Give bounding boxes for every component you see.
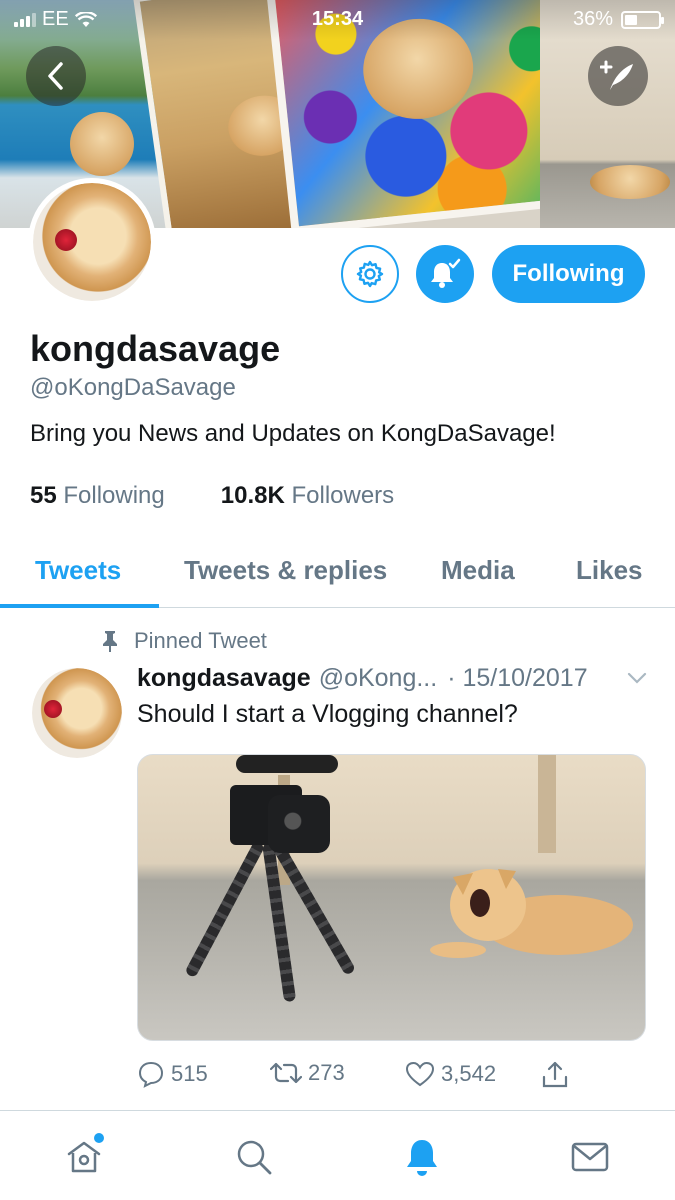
following-label: Following — [63, 482, 165, 509]
gear-icon — [356, 260, 384, 288]
share-button[interactable] — [541, 1060, 569, 1090]
compose-tweet-icon — [600, 60, 633, 90]
followers-stat[interactable]: 10.8K Followers — [221, 482, 394, 510]
tweet-text: Should I start a Vlogging channel? — [137, 700, 518, 728]
profile-display-name: kongdasavage — [30, 328, 281, 369]
pinned-label: Pinned Tweet — [134, 628, 267, 653]
profile-tabs: Tweets Tweets & replies Media Likes — [0, 540, 675, 608]
tab-media[interactable]: Media — [441, 555, 515, 586]
tweet-header: kongdasavage @oKong... · 15/10/2017 — [137, 664, 657, 693]
tab-tweets[interactable]: Tweets — [35, 555, 121, 586]
status-bar: EE 15:34 36% — [0, 0, 675, 38]
like-count: 3,542 — [441, 1061, 497, 1086]
share-icon — [542, 1061, 568, 1088]
notifications-toggle-button[interactable] — [416, 245, 474, 303]
nav-messages[interactable] — [566, 1133, 614, 1181]
following-count: 55 — [30, 482, 57, 509]
retweet-icon — [270, 1062, 302, 1084]
search-icon — [237, 1140, 272, 1175]
tweet-author-handle: @oKong... — [318, 664, 438, 692]
tab-tweets-replies[interactable]: Tweets & replies — [184, 555, 387, 586]
tweet-date: · 15/10/2017 — [447, 664, 588, 692]
dog-illustration — [430, 869, 633, 958]
profile-settings-button[interactable] — [341, 245, 399, 303]
bell-check-icon — [431, 258, 461, 288]
pin-icon — [103, 631, 117, 652]
profile-bio: Bring you News and Updates on KongDaSava… — [30, 420, 556, 447]
tweet-actions: 515 273 3,542 — [137, 1060, 657, 1096]
retweet-count: 273 — [308, 1060, 345, 1085]
tweet-author-avatar[interactable] — [32, 668, 122, 758]
home-icon — [67, 1141, 101, 1173]
back-button[interactable] — [26, 46, 86, 106]
nav-notifications[interactable] — [398, 1133, 446, 1181]
heart-icon — [405, 1061, 435, 1087]
pinned-indicator: Pinned Tweet — [100, 628, 267, 654]
tweet-media-image[interactable] — [137, 754, 646, 1041]
new-tweets-indicator — [94, 1133, 104, 1143]
compose-tweet-button[interactable] — [588, 46, 648, 106]
reply-button[interactable]: 515 — [137, 1060, 208, 1088]
mail-icon — [571, 1142, 609, 1172]
followers-label: Followers — [291, 482, 395, 509]
tab-likes[interactable]: Likes — [576, 555, 643, 586]
chevron-down-icon[interactable] — [626, 670, 648, 686]
following-stat[interactable]: 55 Following — [30, 482, 165, 510]
profile-handle: @oKongDaSavage — [30, 374, 236, 401]
nav-search[interactable] — [230, 1133, 278, 1181]
comment-icon — [138, 1061, 164, 1088]
battery-icon — [621, 10, 664, 29]
nav-home[interactable] — [60, 1133, 108, 1181]
battery-percent: 36% — [572, 8, 613, 30]
active-tab-indicator — [0, 604, 159, 608]
retweet-button[interactable]: 273 — [270, 1060, 345, 1086]
bell-icon — [407, 1140, 437, 1176]
bottom-navigation — [0, 1110, 675, 1200]
profile-avatar[interactable] — [28, 178, 156, 306]
following-button[interactable]: Following — [492, 245, 645, 303]
chevron-left-icon — [48, 62, 63, 90]
profile-stats: 55 Following 10.8K Followers — [30, 482, 394, 510]
like-button[interactable]: 3,542 — [405, 1060, 496, 1088]
followers-count: 10.8K — [220, 482, 285, 509]
reply-count: 515 — [171, 1061, 208, 1086]
tweet-author-name[interactable]: kongdasavage — [137, 664, 311, 693]
